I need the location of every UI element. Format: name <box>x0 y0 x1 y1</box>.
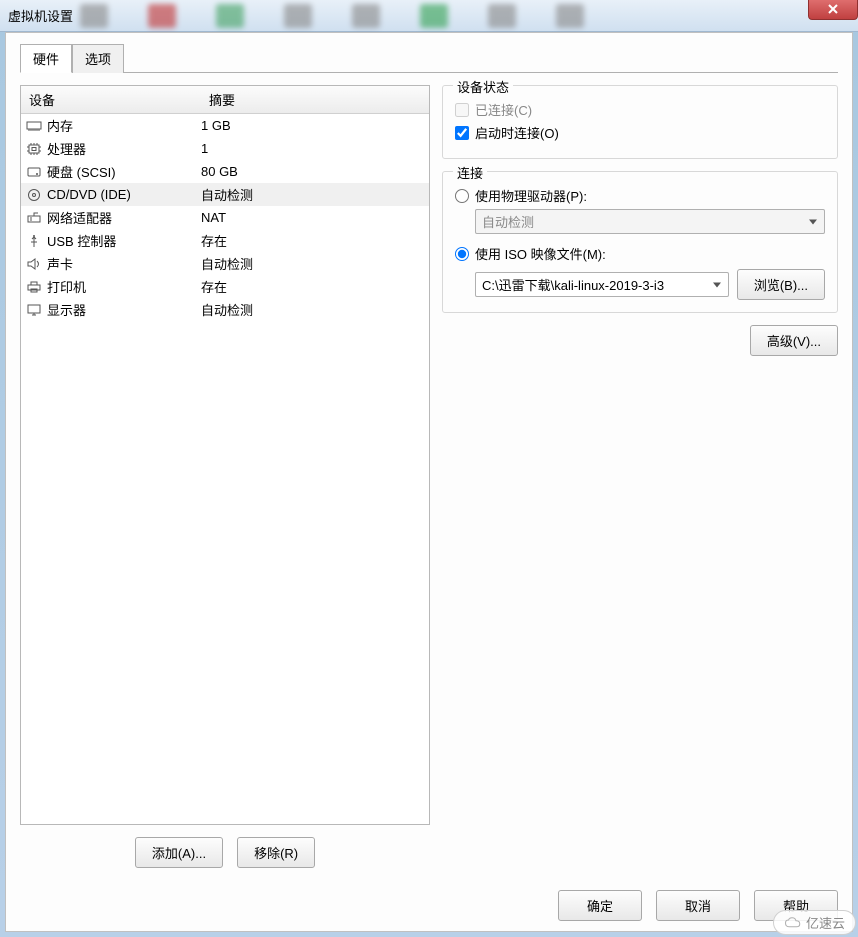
device-name: USB 控制器 <box>47 231 201 250</box>
right-column: 设备状态 已连接(C) 启动时连接(O) 连接 使用物理驱动器(P): <box>442 85 838 868</box>
left-buttons: 添加(A)... 移除(R) <box>20 837 430 868</box>
physical-drive-combo-wrap <box>475 209 825 234</box>
device-name: 显示器 <box>47 300 201 319</box>
device-name: 打印机 <box>47 277 201 296</box>
device-summary: 存在 <box>201 277 227 296</box>
left-column: 设备 摘要 内存1 GB处理器1硬盘 (SCSI)80 GBCD/DVD (ID… <box>20 85 430 868</box>
disk-icon <box>25 164 43 180</box>
connection-title: 连接 <box>453 163 487 182</box>
groupbox-connection: 连接 使用物理驱动器(P): 使用 ISO 映像文件(M): 浏览(B)... <box>442 171 838 313</box>
memory-icon <box>25 118 43 134</box>
tab-strip: 硬件 选项 <box>20 43 838 72</box>
device-summary: 1 GB <box>201 118 231 133</box>
tab-options[interactable]: 选项 <box>72 44 124 73</box>
network-icon <box>25 210 43 226</box>
close-button[interactable] <box>808 0 858 20</box>
header-device: 设备 <box>21 86 201 113</box>
remove-button[interactable]: 移除(R) <box>237 837 315 868</box>
footer-buttons: 确定 取消 帮助 <box>6 890 838 921</box>
add-button[interactable]: 添加(A)... <box>135 837 223 868</box>
browse-button[interactable]: 浏览(B)... <box>737 269 825 300</box>
watermark: 亿速云 <box>773 910 856 935</box>
physical-drive-combo <box>475 209 825 234</box>
dialog-body: 硬件 选项 设备 摘要 内存1 GB处理器1硬盘 (SCSI)80 GBCD/D… <box>5 32 853 932</box>
close-icon <box>827 3 839 15</box>
device-summary: NAT <box>201 210 226 225</box>
device-row[interactable]: 显示器自动检测 <box>21 298 429 321</box>
advanced-button[interactable]: 高级(V)... <box>750 325 838 356</box>
device-summary: 1 <box>201 141 208 156</box>
display-icon <box>25 302 43 318</box>
device-row[interactable]: 打印机存在 <box>21 275 429 298</box>
background-blur <box>80 0 798 32</box>
device-list: 设备 摘要 内存1 GB处理器1硬盘 (SCSI)80 GBCD/DVD (ID… <box>20 85 430 825</box>
printer-icon <box>25 279 43 295</box>
device-row[interactable]: 内存1 GB <box>21 114 429 137</box>
device-row[interactable]: 处理器1 <box>21 137 429 160</box>
header-summary: 摘要 <box>201 86 429 113</box>
device-name: 处理器 <box>47 139 201 158</box>
window-title: 虚拟机设置 <box>8 6 73 25</box>
groupbox-device-status: 设备状态 已连接(C) 启动时连接(O) <box>442 85 838 159</box>
use-iso-radio[interactable] <box>455 247 469 261</box>
device-name: 声卡 <box>47 254 201 273</box>
connected-checkbox <box>455 103 469 117</box>
device-summary: 80 GB <box>201 164 238 179</box>
watermark-text: 亿速云 <box>806 913 845 932</box>
connect-at-poweron-checkbox[interactable] <box>455 126 469 140</box>
connect-at-poweron-label: 启动时连接(O) <box>475 123 559 142</box>
tab-hardware[interactable]: 硬件 <box>20 44 72 73</box>
device-row[interactable]: 声卡自动检测 <box>21 252 429 275</box>
use-physical-label: 使用物理驱动器(P): <box>475 186 587 205</box>
device-name: 内存 <box>47 116 201 135</box>
iso-path-combo[interactable] <box>475 272 729 297</box>
usb-icon <box>25 233 43 249</box>
connected-label: 已连接(C) <box>475 100 532 119</box>
cancel-button[interactable]: 取消 <box>656 890 740 921</box>
device-summary: 存在 <box>201 231 227 250</box>
device-name: CD/DVD (IDE) <box>47 187 201 202</box>
cloud-icon <box>784 916 802 930</box>
use-physical-radio[interactable] <box>455 189 469 203</box>
tab-panel: 设备 摘要 内存1 GB处理器1硬盘 (SCSI)80 GBCD/DVD (ID… <box>20 72 838 868</box>
device-status-title: 设备状态 <box>453 77 513 96</box>
titlebar: 虚拟机设置 <box>0 0 858 32</box>
device-name: 网络适配器 <box>47 208 201 227</box>
use-iso-label: 使用 ISO 映像文件(M): <box>475 244 606 263</box>
cpu-icon <box>25 141 43 157</box>
device-summary: 自动检测 <box>201 300 253 319</box>
device-summary: 自动检测 <box>201 185 253 204</box>
sound-icon <box>25 256 43 272</box>
device-row[interactable]: 网络适配器NAT <box>21 206 429 229</box>
device-name: 硬盘 (SCSI) <box>47 162 201 181</box>
cd-icon <box>25 187 43 203</box>
device-row[interactable]: 硬盘 (SCSI)80 GB <box>21 160 429 183</box>
iso-combo-wrap <box>475 272 729 297</box>
device-summary: 自动检测 <box>201 254 253 273</box>
device-list-header: 设备 摘要 <box>21 86 429 114</box>
device-row[interactable]: USB 控制器存在 <box>21 229 429 252</box>
ok-button[interactable]: 确定 <box>558 890 642 921</box>
device-row[interactable]: CD/DVD (IDE)自动检测 <box>21 183 429 206</box>
